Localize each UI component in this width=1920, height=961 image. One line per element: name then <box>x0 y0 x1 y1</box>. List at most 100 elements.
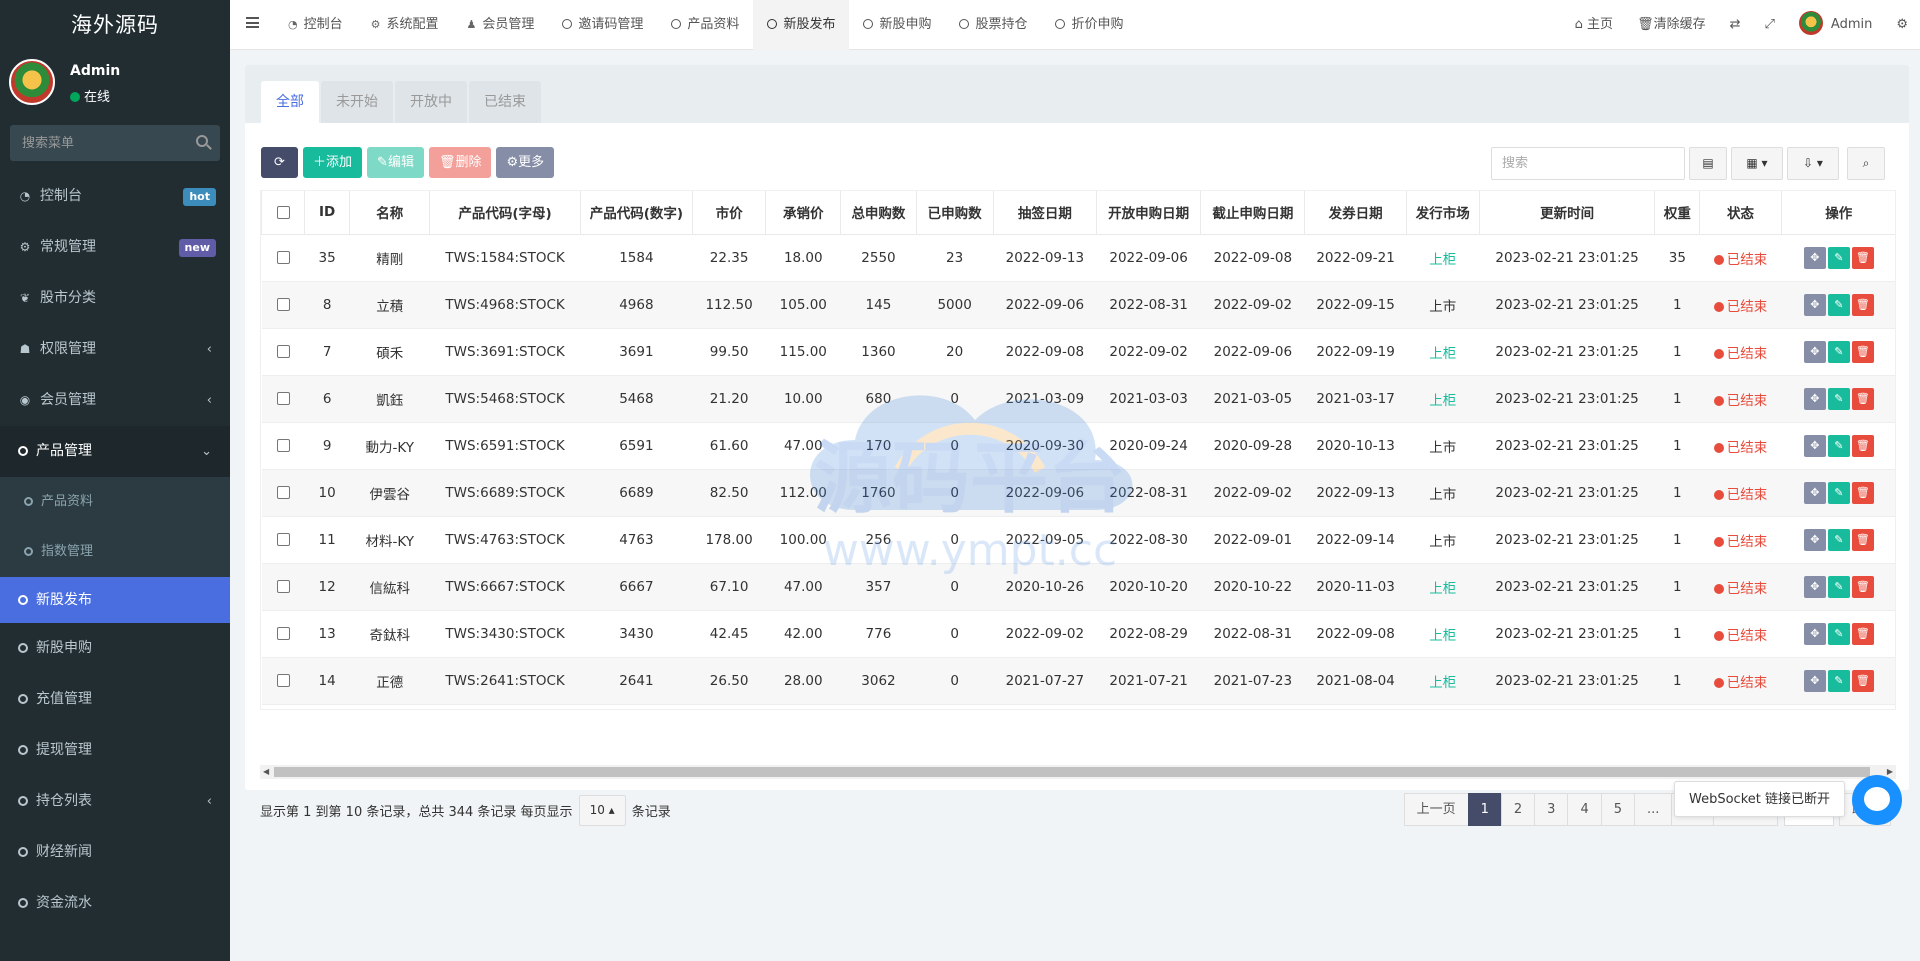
col-header-code-num[interactable]: 产品代码(数字) <box>579 191 694 235</box>
table-row[interactable]: 11 材料-KY TWS:4763:STOCK 4763 178.00 100.00 256… <box>261 516 1895 564</box>
row-checkbox[interactable] <box>276 486 290 499</box>
move-icon[interactable]: ✥ <box>1803 246 1826 269</box>
row-checkbox[interactable] <box>276 580 290 593</box>
more-button[interactable]: ⚙更多 <box>496 147 555 178</box>
table-search-input[interactable] <box>1491 147 1685 180</box>
move-icon[interactable]: ✥ <box>1803 434 1826 457</box>
page-button[interactable]: 5 <box>1600 793 1636 826</box>
sidebar-item-fund-flow[interactable]: 资金流水 <box>0 878 230 929</box>
edit-button[interactable]: ✎编辑 <box>367 147 424 178</box>
col-header-name[interactable]: 名称 <box>349 191 431 235</box>
move-icon[interactable]: ✥ <box>1803 528 1826 551</box>
tab-all[interactable]: 全部 <box>261 81 319 123</box>
sidebar-search-input[interactable] <box>10 125 190 161</box>
move-icon[interactable]: ✥ <box>1803 622 1826 645</box>
edit-icon[interactable]: ✎ <box>1827 575 1850 598</box>
col-header-id[interactable]: ID <box>304 191 351 235</box>
sidebar-item-permissions[interactable]: ☗ 权限管理 ‹ <box>0 324 230 375</box>
toggle-view-icon[interactable]: ▤ <box>1689 147 1727 180</box>
tab-open[interactable]: 开放中 <box>395 81 467 123</box>
sidebar-item-news[interactable]: 财经新闻 <box>0 827 230 878</box>
sidebar-item-recharge[interactable]: 充值管理 <box>0 674 230 725</box>
move-icon[interactable]: ✥ <box>1803 669 1826 692</box>
tab-product-info[interactable]: 产品资料 <box>657 0 753 50</box>
delete-icon[interactable]: 🗑 <box>1851 387 1874 410</box>
admin-menu[interactable]: Admin <box>1787 0 1884 50</box>
table-row[interactable]: 7 碩禾 TWS:3691:STOCK 3691 99.50 115.00 1360 20 20… <box>261 328 1895 376</box>
refresh-button[interactable]: ⟳ <box>261 147 298 178</box>
tab-not-started[interactable]: 未开始 <box>321 81 393 123</box>
move-icon[interactable]: ✥ <box>1803 481 1826 504</box>
table-row[interactable]: 10 伊雲谷 TWS:6689:STOCK 6689 82.50 112.00 1760 0 2… <box>261 469 1895 517</box>
table-row[interactable]: 12 信紘科 TWS:6667:STOCK 6667 67.10 47.00 357 0 202… <box>261 563 1895 611</box>
table-row[interactable]: 9 動力-KY TWS:6591:STOCK 6591 61.60 47.00 170 0 20… <box>261 422 1895 470</box>
chat-bubble-icon[interactable] <box>1852 775 1902 825</box>
sidebar-item-dashboard[interactable]: ◔ 控制台 hot <box>0 171 230 222</box>
move-icon[interactable]: ✥ <box>1803 293 1826 316</box>
edit-icon[interactable]: ✎ <box>1827 669 1850 692</box>
row-checkbox[interactable] <box>276 627 290 640</box>
settings-icon[interactable]: ⚙ <box>1884 0 1920 50</box>
edit-icon[interactable]: ✎ <box>1827 481 1850 504</box>
sidebar-item-members[interactable]: ◉ 会员管理 ‹ <box>0 375 230 426</box>
col-header-underwrite[interactable]: 承销价 <box>765 191 842 235</box>
col-header-updated[interactable]: 更新时间 <box>1478 191 1656 235</box>
page-button[interactable]: 1 <box>1467 793 1502 826</box>
edit-icon[interactable]: ✎ <box>1827 246 1850 269</box>
tab-system-config[interactable]: ⚙ 系统配置 <box>357 0 453 50</box>
sidebar-item-positions[interactable]: 持仓列表 ‹ <box>0 776 230 827</box>
scrollbar-thumb[interactable] <box>274 767 1870 777</box>
tab-ipo-subscribe[interactable]: 新股申购 <box>849 0 945 50</box>
col-header-close-date[interactable]: 截止申购日期 <box>1200 191 1306 235</box>
columns-icon[interactable]: ▦ ▾ <box>1731 147 1783 180</box>
edit-icon[interactable]: ✎ <box>1827 387 1850 410</box>
delete-icon[interactable]: 🗑 <box>1851 434 1874 457</box>
col-header-code-alpha[interactable]: 产品代码(字母) <box>429 191 581 235</box>
tab-ipo-release[interactable]: 新股发布 <box>753 0 850 50</box>
table-row[interactable]: 8 立積 TWS:4968:STOCK 4968 112.50 105.00 145 5000… <box>261 281 1895 329</box>
add-button[interactable]: ＋添加 <box>303 147 363 178</box>
delete-icon[interactable]: 🗑 <box>1851 246 1874 269</box>
scroll-right-icon[interactable]: ▶ <box>1887 767 1893 776</box>
col-header-draw-date[interactable]: 抽签日期 <box>992 191 1097 235</box>
tab-members[interactable]: ♟ 会员管理 <box>453 0 549 50</box>
row-checkbox[interactable] <box>276 674 290 687</box>
row-checkbox[interactable] <box>276 251 290 264</box>
sidebar-item-market-category[interactable]: ❦ 股市分类 <box>0 273 230 324</box>
tab-stock-positions[interactable]: 股票持仓 <box>945 0 1041 50</box>
col-header-status[interactable]: 状态 <box>1699 191 1782 235</box>
prev-page-button[interactable]: 上一页 <box>1403 793 1469 826</box>
fullscreen-icon[interactable]: ⤢ <box>1753 0 1787 50</box>
page-button[interactable]: 3 <box>1534 793 1569 826</box>
tab-discount-subscribe[interactable]: 折价申购 <box>1041 0 1137 50</box>
delete-icon[interactable]: 🗑 <box>1851 528 1874 551</box>
sidebar-item-products[interactable]: 产品管理 ⌄ <box>0 426 230 477</box>
col-header-issue-date[interactable]: 发券日期 <box>1304 191 1407 235</box>
table-row[interactable]: 35 精剛 TWS:1584:STOCK 1584 22.35 18.00 2550 23 20… <box>261 234 1895 282</box>
hamburger-icon[interactable] <box>246 17 259 28</box>
row-checkbox[interactable] <box>276 345 290 358</box>
sidebar-item-general[interactable]: ⚙ 常规管理 new <box>0 222 230 273</box>
page-button[interactable]: 2 <box>1500 793 1536 826</box>
table-row[interactable]: 6 凱鈺 TWS:5468:STOCK 5468 21.20 10.00 680 0 2021-… <box>261 375 1895 423</box>
table-row[interactable]: 13 奇鈦科 TWS:3430:STOCK 3430 42.45 42.00 776 0 202… <box>261 610 1895 658</box>
sidebar-item-ipo-subscribe[interactable]: 新股申购 <box>0 623 230 674</box>
delete-icon[interactable]: 🗑 <box>1851 293 1874 316</box>
delete-icon[interactable]: 🗑 <box>1851 575 1874 598</box>
row-checkbox[interactable] <box>276 439 290 452</box>
tab-dashboard[interactable]: ◔ 控制台 <box>274 0 357 50</box>
delete-icon[interactable]: 🗑 <box>1851 622 1874 645</box>
page-size-select[interactable]: 10 ▴ <box>578 795 626 826</box>
delete-icon[interactable]: 🗑 <box>1851 340 1874 363</box>
col-header-subscribed[interactable]: 已申购数 <box>915 191 994 235</box>
move-icon[interactable]: ✥ <box>1803 387 1826 410</box>
col-header-weight[interactable]: 权重 <box>1654 191 1701 235</box>
sidebar-item-ipo-release[interactable]: 新股发布 <box>0 577 230 623</box>
sidebar-item-withdraw[interactable]: 提现管理 <box>0 725 230 776</box>
move-icon[interactable]: ✥ <box>1803 340 1826 363</box>
export-icon[interactable]: ⇩ ▾ <box>1787 147 1839 180</box>
app-logo[interactable]: 海外源码 <box>0 0 230 50</box>
clear-cache-button[interactable]: 🗑清除缓存 <box>1625 0 1718 50</box>
edit-icon[interactable]: ✎ <box>1827 340 1850 363</box>
search-icon[interactable] <box>196 135 208 147</box>
